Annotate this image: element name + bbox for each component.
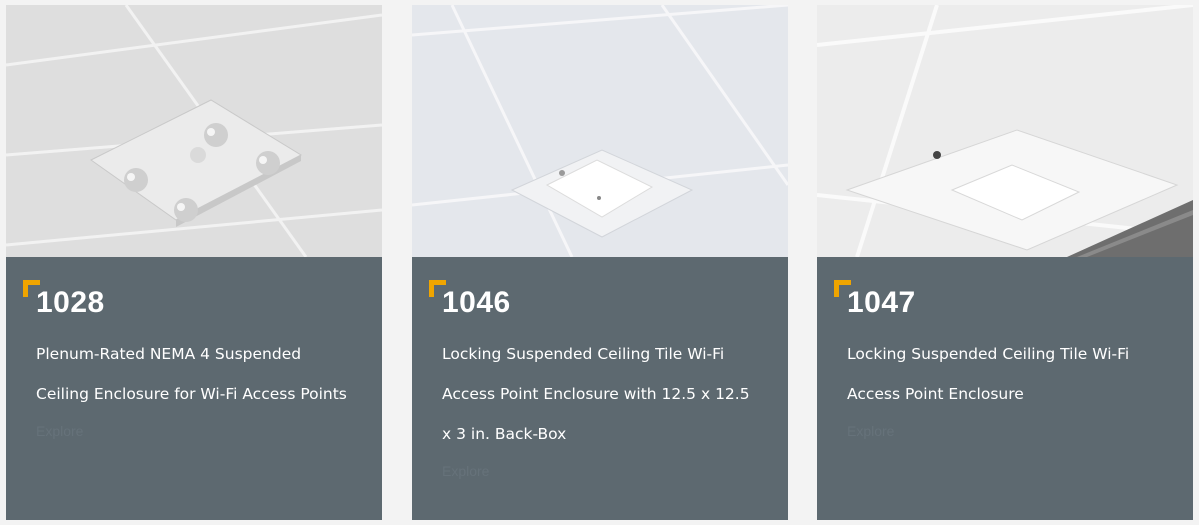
explore-link[interactable]: Explore [36, 423, 83, 439]
product-description: Plenum-Rated NEMA 4 Suspended Ceiling En… [36, 345, 347, 403]
product-card-1047[interactable]: 1047 Locking Suspended Ceiling Tile Wi-F… [817, 5, 1193, 520]
product-description: Locking Suspended Ceiling Tile Wi-Fi Acc… [847, 345, 1130, 403]
product-image-1046[interactable] [412, 5, 788, 257]
product-image-1047[interactable] [817, 5, 1193, 257]
product-description: Locking Suspended Ceiling Tile Wi-Fi Acc… [442, 345, 750, 443]
product-model[interactable]: 1028 [36, 286, 105, 320]
product-image-1028[interactable] [6, 5, 382, 257]
product-card-1028[interactable]: 1028 Plenum-Rated NEMA 4 Suspended Ceili… [6, 5, 382, 520]
explore-link[interactable]: Explore [847, 423, 894, 439]
product-model[interactable]: 1046 [442, 286, 511, 320]
product-card-1046[interactable]: 1046 Locking Suspended Ceiling Tile Wi-F… [412, 5, 788, 520]
explore-link[interactable]: Explore [442, 463, 489, 479]
product-model[interactable]: 1047 [847, 286, 916, 320]
